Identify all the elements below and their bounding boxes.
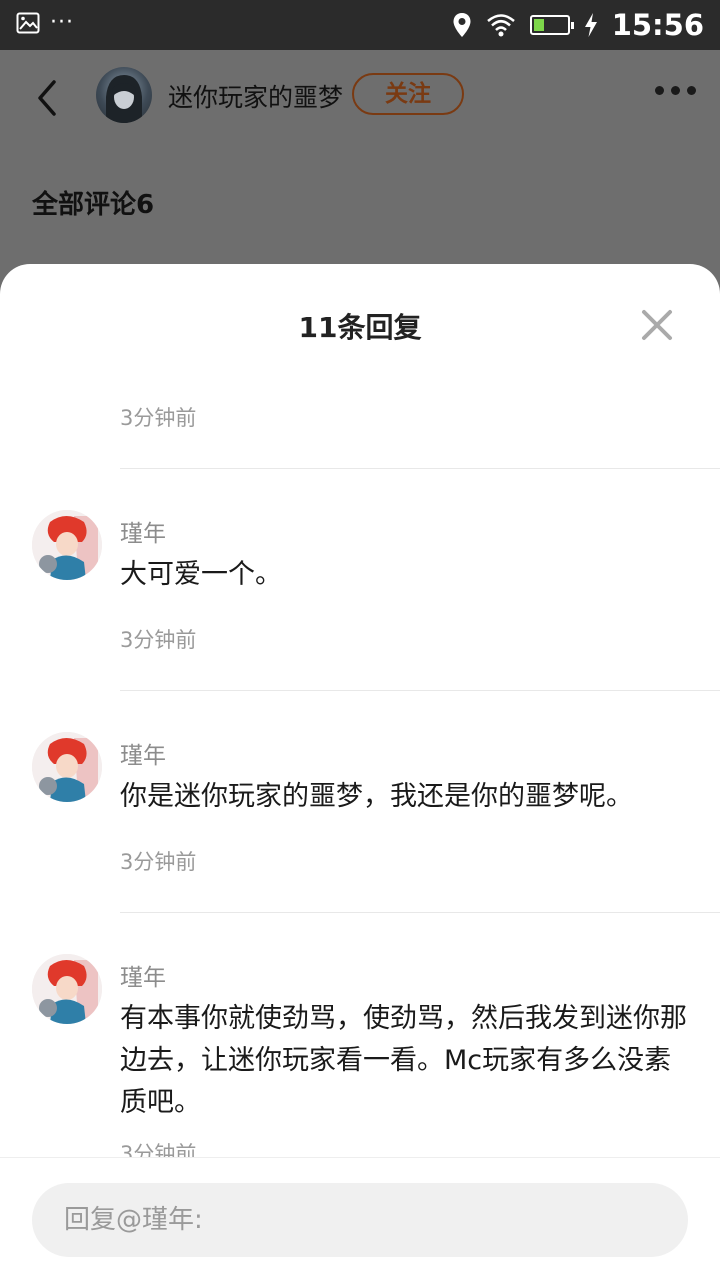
reply-input-bar [0, 1157, 720, 1280]
avatar[interactable] [32, 954, 102, 1024]
reply-text: 你是迷你玩家的噩梦，我还是你的噩梦呢。 [120, 781, 633, 812]
reply-time: 3分钟前 [120, 628, 197, 652]
divider [120, 468, 720, 469]
replies-sheet: 11条回复 3分钟前 瑾年 大可爱一个。 3分钟前 瑾年 你是迷你玩家的噩梦，我… [0, 264, 720, 1280]
reply-list[interactable]: 3分钟前 瑾年 大可爱一个。 3分钟前 瑾年 你是迷你玩家的噩梦，我还是你的噩梦… [0, 374, 720, 1158]
author-avatar-image [106, 75, 142, 123]
reply-author[interactable]: 瑾年 [120, 958, 166, 992]
all-comments-heading: 全部评论6 [32, 190, 155, 220]
divider [120, 690, 720, 691]
avatar-image [32, 954, 102, 1024]
charging-icon [584, 13, 597, 37]
more-dot [671, 86, 680, 95]
more-dot [655, 86, 664, 95]
avatar[interactable] [32, 510, 102, 580]
divider [120, 912, 720, 913]
back-icon[interactable] [30, 78, 64, 118]
post-header: 迷你玩家的噩梦 关注 [0, 50, 720, 140]
reply-time: 3分钟前 [120, 406, 197, 430]
author-avatar[interactable] [96, 67, 152, 123]
author-name[interactable]: 迷你玩家的噩梦 [168, 78, 343, 114]
reply-time: 3分钟前 [120, 850, 197, 874]
wifi-icon [486, 14, 515, 37]
more-options-icon[interactable] [655, 86, 696, 95]
image-icon [16, 12, 40, 34]
avatar[interactable] [32, 732, 102, 802]
battery-level [533, 19, 545, 31]
avatar-image [32, 732, 102, 802]
more-dot [687, 86, 696, 95]
reply-input[interactable] [32, 1183, 688, 1257]
follow-button[interactable]: 关注 [352, 73, 464, 115]
clock: 15:56 [611, 8, 704, 42]
reply-text: 有本事你就使劲骂，使劲骂，然后我发到迷你那边去，让迷你玩家看一看。Mc玩家有多么… [120, 1003, 687, 1118]
avatar-image [32, 510, 102, 580]
reply-time: 3分钟前 [120, 1142, 197, 1158]
status-bar: ··· 15:56 [0, 0, 720, 50]
status-bar-left: ··· [16, 12, 74, 34]
sheet-title: 11条回复 [298, 311, 422, 344]
location-icon [453, 13, 471, 37]
reply-author[interactable]: 瑾年 [120, 736, 166, 770]
reply-author[interactable]: 瑾年 [120, 514, 166, 548]
status-bar-right: 15:56 [452, 8, 704, 42]
battery-icon [529, 15, 574, 35]
notification-dots: ··· [50, 10, 74, 35]
close-icon[interactable] [640, 308, 674, 342]
reply-text: 大可爱一个。 [120, 559, 282, 590]
